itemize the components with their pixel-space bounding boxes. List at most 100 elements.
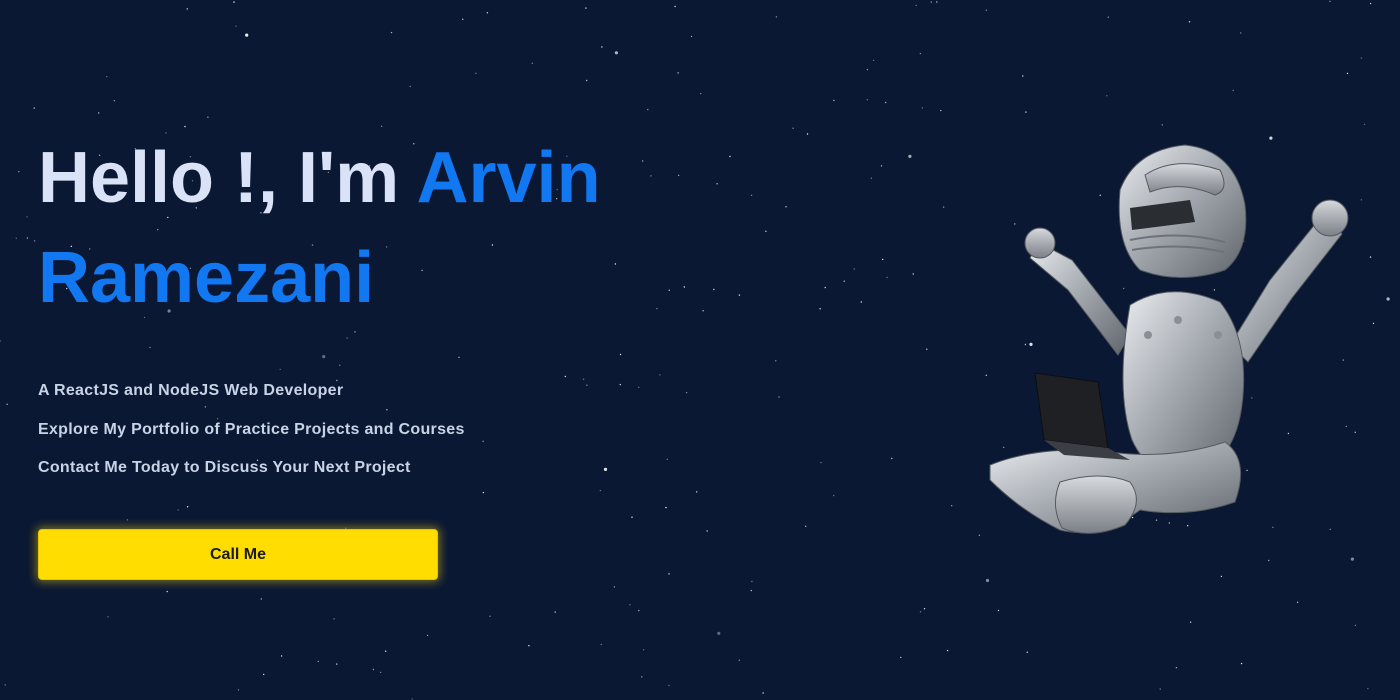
star-dot: [33, 240, 36, 242]
star-dot: [233, 1, 235, 3]
star-dot: [629, 604, 631, 606]
star-dot: [486, 12, 489, 14]
star-dot: [866, 99, 868, 101]
star-dot: [18, 171, 20, 173]
star-dot: [751, 580, 753, 583]
star-dot: [1240, 662, 1243, 665]
star-dot: [1268, 559, 1270, 562]
star-dot: [260, 598, 262, 600]
star-dot: [824, 286, 826, 289]
star-dot: [921, 107, 924, 109]
star-dot: [631, 516, 633, 518]
star-dot: [900, 656, 902, 659]
star-dot: [665, 506, 667, 509]
star-dot: [585, 7, 587, 9]
star-dot: [245, 33, 249, 37]
star-dot: [997, 609, 1000, 612]
star-dot: [346, 337, 348, 339]
star-dot: [1350, 557, 1354, 561]
star-dot: [659, 374, 661, 376]
star-dot: [642, 649, 645, 651]
star-dot: [750, 194, 753, 196]
star-dot: [380, 125, 383, 128]
star-dot: [1372, 322, 1375, 325]
star-dot: [936, 1, 938, 3]
star-dot: [872, 59, 875, 62]
star-dot: [1346, 72, 1349, 75]
star-dot: [940, 109, 942, 112]
star-dot: [528, 645, 530, 647]
star-dot: [166, 590, 168, 593]
star-dot: [775, 360, 777, 362]
star-dot: [765, 230, 767, 232]
star-dot: [619, 353, 622, 356]
star-dot: [6, 403, 8, 405]
tagline-developer: A ReactJS and NodeJS Web Developer: [38, 382, 344, 399]
star-dot: [1161, 124, 1164, 126]
star-dot: [750, 589, 752, 592]
star-dot: [26, 216, 28, 218]
star-dot: [912, 273, 914, 275]
star-dot: [833, 99, 835, 102]
star-dot: [280, 655, 283, 657]
star-dot: [482, 491, 485, 494]
star-dot: [475, 72, 477, 75]
star-dot: [1367, 687, 1369, 690]
star-dot: [1369, 256, 1372, 258]
call-me-button[interactable]: Call Me: [38, 529, 438, 580]
hero-name-last: Ramezani: [38, 238, 375, 318]
star-dot: [870, 177, 873, 179]
star-dot: [601, 46, 603, 48]
star-dot: [1159, 688, 1161, 690]
star-dot: [882, 258, 884, 261]
star-dot: [1240, 32, 1242, 34]
star-dot: [458, 356, 460, 358]
star-dot: [951, 505, 953, 507]
star-dot: [1386, 297, 1390, 301]
star-dot: [700, 92, 702, 95]
star-dot: [354, 331, 356, 333]
star-dot: [614, 51, 619, 55]
star-dot: [1360, 57, 1363, 59]
star-dot: [820, 461, 822, 464]
star-dot: [322, 355, 326, 359]
star-dot: [385, 650, 387, 652]
star-dot: [915, 4, 917, 7]
star-dot: [126, 519, 129, 521]
star-dot: [149, 346, 151, 349]
star-dot: [1026, 651, 1029, 653]
hero-heading-block: Hello !, I'm Arvin Ramezani: [38, 128, 738, 328]
star-dot: [908, 154, 912, 158]
star-dot: [1188, 21, 1191, 23]
star-dot: [336, 663, 338, 665]
star-dot: [919, 611, 922, 613]
star-dot: [886, 276, 888, 279]
star-dot: [1232, 89, 1234, 92]
star-dot: [677, 72, 679, 74]
hero-name-first: Arvin: [416, 138, 601, 218]
star-dot: [696, 491, 698, 493]
star-dot: [586, 79, 588, 82]
star-dot: [333, 618, 335, 620]
star-dot: [619, 383, 621, 386]
star-dot: [279, 368, 281, 371]
star-dot: [1106, 95, 1108, 97]
star-dot: [985, 578, 990, 583]
star-dot: [186, 506, 189, 508]
star-dot: [15, 237, 17, 239]
star-dot: [1363, 123, 1366, 126]
star-dot: [717, 631, 721, 636]
star-dot: [806, 133, 809, 135]
tagline-list: A ReactJS and NodeJS Web Developer Explo…: [38, 378, 465, 494]
star-dot: [554, 611, 556, 613]
star-dot: [641, 676, 643, 678]
star-dot: [235, 25, 237, 27]
star-dot: [317, 660, 319, 663]
star-dot: [207, 116, 209, 118]
star-dot: [1022, 75, 1024, 77]
star-dot: [186, 8, 188, 10]
star-dot: [1025, 111, 1027, 113]
star-dot: [946, 649, 949, 652]
star-dot: [885, 101, 887, 104]
star-dot: [985, 9, 987, 11]
